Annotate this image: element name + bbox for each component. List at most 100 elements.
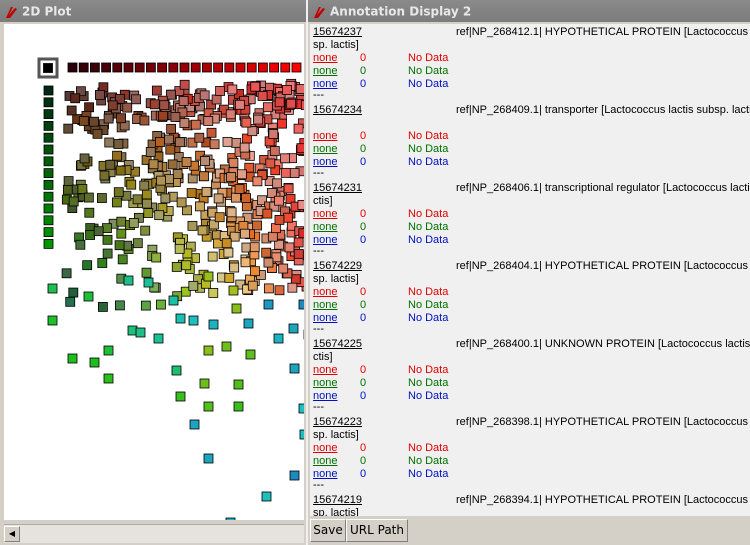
plot-point[interactable] [298,403,304,414]
plot-point[interactable] [94,90,105,100]
plot-point[interactable] [85,230,96,240]
plot-window-titlebar[interactable]: 2D Plot [0,0,306,22]
plot-point[interactable] [274,214,285,225]
plot-point[interactable] [227,84,238,95]
plot-point[interactable] [139,115,150,126]
gene-id-link[interactable]: 15674219 [313,494,362,507]
plot-point[interactable] [231,303,242,314]
plot-point[interactable] [221,341,232,352]
plot-point[interactable] [195,201,205,212]
plot-point[interactable] [43,85,54,96]
plot-point[interactable] [175,313,186,324]
gene-id-link[interactable]: 15674231 [313,182,362,195]
annotation-row-name-link[interactable]: none [313,364,337,377]
plot-point[interactable] [43,215,54,226]
plot-point[interactable] [47,283,58,294]
plot-canvas[interactable] [4,24,304,520]
plot-point[interactable] [155,137,165,147]
plot-point[interactable] [239,142,250,153]
plot-point[interactable] [221,238,232,249]
plot-point[interactable] [141,267,152,278]
plot-point[interactable] [123,62,134,73]
plot-point[interactable] [199,90,210,101]
plot-point[interactable] [233,401,244,412]
annotation-row-name-link[interactable]: none [313,455,337,468]
plot-point[interactable] [170,112,181,122]
plot-point[interactable] [151,252,162,263]
plot-point[interactable] [141,189,152,200]
plot-point[interactable] [98,302,108,312]
plot-point[interactable] [295,84,304,94]
annotation-row-name-link[interactable]: none [313,442,337,455]
plot-point[interactable] [289,363,300,374]
plot-point[interactable] [63,176,74,186]
save-button[interactable]: Save [310,519,346,542]
annotation-row-name-link[interactable]: none [313,208,337,221]
plot-point[interactable] [223,247,234,258]
plot-point[interactable] [43,109,54,119]
plot-point[interactable] [201,62,212,73]
plot-point[interactable] [203,116,214,126]
plot-point[interactable] [78,116,89,126]
plot-point[interactable] [297,199,304,210]
annotation-row-name-link[interactable]: none [313,286,337,299]
plot-point[interactable] [131,94,141,105]
gene-id-link[interactable]: 15674229 [313,260,362,273]
plot-point[interactable] [274,97,285,108]
plot-point[interactable] [296,143,304,154]
plot-point[interactable] [179,79,190,90]
plot-point[interactable] [171,365,182,376]
plot-point[interactable] [225,517,236,520]
plot-point[interactable] [206,127,217,138]
plot-point[interactable] [289,470,300,481]
plot-point[interactable] [89,116,99,127]
plot-point[interactable] [157,62,168,73]
plot-point[interactable] [93,226,104,237]
annotation-row-name-link[interactable]: none [313,65,337,78]
plot-point[interactable] [273,333,284,344]
plot-point[interactable] [47,315,58,326]
annotation-row-name-link[interactable]: none [313,221,337,234]
plot-point[interactable] [175,391,186,402]
plot-point[interactable] [263,283,274,294]
plot-point[interactable] [67,62,78,73]
plot-point[interactable] [300,100,304,110]
plot-point[interactable] [99,170,110,181]
plot-point[interactable] [145,147,156,157]
plot-point[interactable] [43,121,54,131]
plot-point[interactable] [214,212,225,223]
annotation-list[interactable]: 15674237 ref|NP_268412.1| HYPOTHETICAL PR… [310,24,750,516]
plot-point[interactable] [112,150,122,161]
annotation-row-name-link[interactable]: none [313,377,337,390]
plot-point[interactable] [277,118,287,129]
plot-point[interactable] [77,184,88,194]
gene-id-link[interactable]: 15674234 [313,104,362,117]
plot-point[interactable] [252,220,262,231]
plot-point[interactable] [283,212,293,223]
plot-point[interactable] [243,318,254,329]
plot-point[interactable] [235,62,246,73]
plot-point[interactable] [126,179,137,190]
plot-point[interactable] [201,186,212,197]
horizontal-scrollbar[interactable]: ◀ [4,524,304,543]
plot-point[interactable] [132,194,143,205]
plot-point[interactable] [241,193,251,204]
plot-point[interactable] [43,238,54,249]
plot-point[interactable] [43,156,54,167]
plot-point[interactable] [78,62,89,73]
plot-point[interactable] [43,97,54,108]
plot-point[interactable] [79,153,90,164]
plot-point[interactable] [171,262,182,272]
plot-point[interactable] [105,159,116,170]
plot-point[interactable] [267,231,278,242]
plot-point[interactable] [269,146,280,156]
plot-point[interactable] [200,156,210,166]
plot-point[interactable] [261,247,272,258]
plot-point[interactable] [75,239,86,250]
plot-point[interactable] [160,193,171,204]
plot-point[interactable] [288,323,299,334]
plot-point[interactable] [222,136,233,147]
plot-point[interactable] [298,299,304,310]
plot-point[interactable] [199,171,209,182]
plot-point[interactable] [250,266,260,277]
